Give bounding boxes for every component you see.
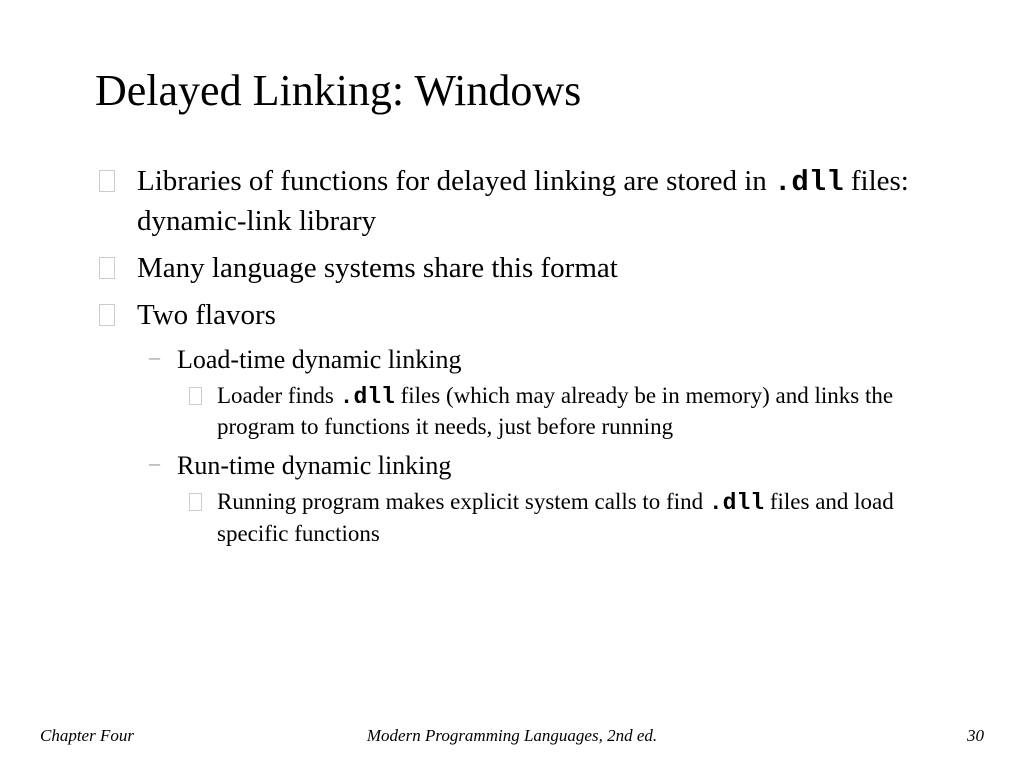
bullet-list: Libraries of functions for delayed linki… xyxy=(95,162,929,549)
sub-sub-bullet-text: Loader finds xyxy=(217,383,340,408)
code-text: .dll xyxy=(774,166,844,199)
bullet-item: Libraries of functions for delayed linki… xyxy=(95,162,929,241)
sub-bullet-list: Load-time dynamic linking Loader finds .… xyxy=(137,342,929,550)
bullet-text: Many language systems share this format xyxy=(137,252,618,284)
code-text: .dll xyxy=(709,490,764,516)
bullet-item: Many language systems share this format xyxy=(95,249,929,288)
sub-bullet-item: Load-time dynamic linking Loader finds .… xyxy=(137,342,929,443)
sub-bullet-item: Run-time dynamic linking Running program… xyxy=(137,448,929,549)
sub-sub-bullet-list: Running program makes explicit system ca… xyxy=(177,487,929,549)
sub-bullet-text: Run-time dynamic linking xyxy=(177,451,451,480)
bullet-text: Libraries of functions for delayed linki… xyxy=(137,165,774,197)
sub-sub-bullet-item: Running program makes explicit system ca… xyxy=(177,487,929,549)
bullet-text: Two flavors xyxy=(137,299,276,331)
slide-footer: Chapter Four Modern Programming Language… xyxy=(0,726,1024,746)
footer-book-title: Modern Programming Languages, 2nd ed. xyxy=(0,726,1024,746)
sub-sub-bullet-item: Loader finds .dll files (which may alrea… xyxy=(177,381,929,443)
code-text: .dll xyxy=(340,384,395,410)
footer-chapter: Chapter Four xyxy=(40,726,134,746)
sub-sub-bullet-text: Running program makes explicit system ca… xyxy=(217,489,709,514)
sub-bullet-text: Load-time dynamic linking xyxy=(177,345,462,374)
sub-sub-bullet-list: Loader finds .dll files (which may alrea… xyxy=(177,381,929,443)
slide-title: Delayed Linking: Windows xyxy=(95,65,929,116)
bullet-item: Two flavors Load-time dynamic linking Lo… xyxy=(95,296,929,549)
slide: Delayed Linking: Windows Libraries of fu… xyxy=(0,0,1024,768)
footer-page-number: 30 xyxy=(967,726,984,746)
